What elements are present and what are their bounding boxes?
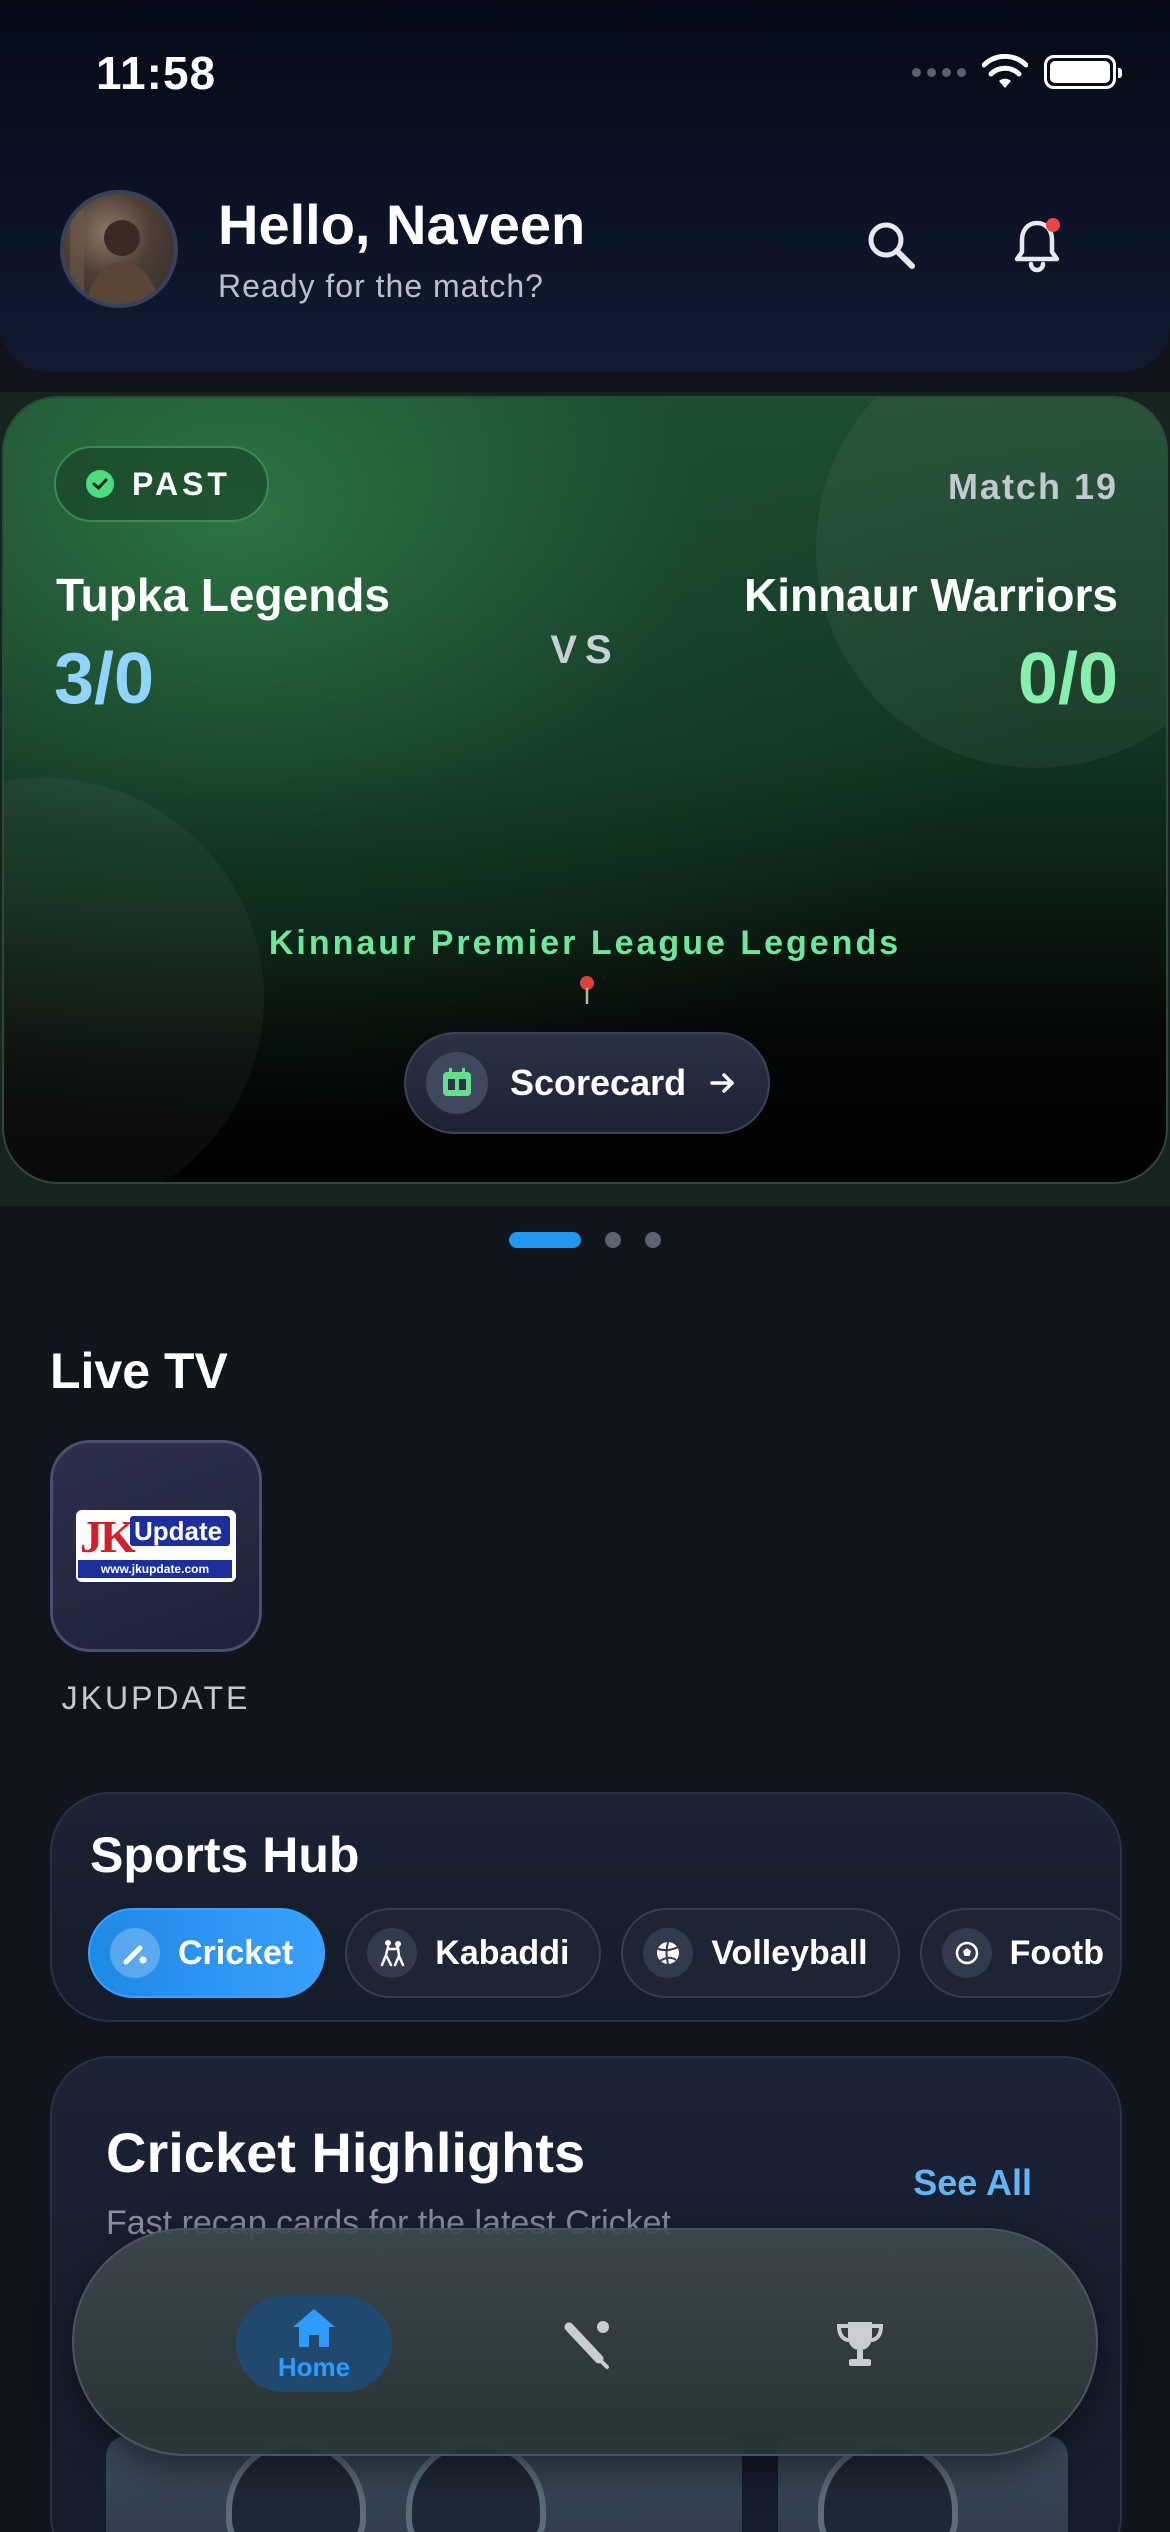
away-team-name: Kinnaur Warriors <box>743 569 1118 621</box>
cricket-icon <box>110 1928 160 1978</box>
kabaddi-icon <box>367 1928 418 1978</box>
channel-logo-text: JK <box>80 1511 136 1562</box>
channel-logo-word: Update <box>130 1516 230 1546</box>
greeting-title: Hello, Naveen <box>218 193 586 256</box>
status-badge-label: PAST <box>132 465 231 502</box>
league-name: Kinnaur Premier League Legends <box>268 924 902 962</box>
greeting-subtitle: Ready for the match? <box>218 268 544 304</box>
channel-logo-url: www.jkupdate.com <box>78 1560 232 1578</box>
location-pin-icon <box>580 976 594 1004</box>
header: 11:58 Hello, Naveen Ready for the match? <box>0 0 1170 372</box>
check-icon <box>86 470 114 498</box>
channel-logo: JK Update www.jkupdate.com <box>76 1510 236 1582</box>
nav-home-label: Home <box>277 2351 351 2382</box>
cricket-bat-icon <box>564 2321 609 2369</box>
chip-cricket[interactable]: Cricket <box>88 1908 326 1998</box>
carousel-dot[interactable] <box>645 1232 661 1248</box>
match-carousel[interactable]: PAST Match 19 Tupka Legends 3/0 VS Kinna… <box>0 392 1170 1206</box>
chip-kabaddi[interactable]: Kabaddi <box>345 1908 602 1998</box>
highlights-title: Cricket Highlights <box>106 2121 586 2184</box>
chip-label: Cricket <box>178 1933 294 1972</box>
chip-volleyball[interactable]: Volleyball <box>621 1908 900 1998</box>
carousel-indicator[interactable] <box>0 1232 1170 1248</box>
away-team-score: 0/0 <box>1017 639 1118 719</box>
chip-label: Kabaddi <box>435 1933 570 1972</box>
status-icons <box>912 54 1122 90</box>
nav-matches[interactable] <box>510 2296 666 2392</box>
scorecard-label: Scorecard <box>510 1062 687 1103</box>
status-badge: PAST <box>54 446 269 522</box>
notifications-button[interactable] <box>1002 210 1072 280</box>
bell-icon <box>1014 218 1060 273</box>
nav-home[interactable]: Home <box>236 2296 392 2392</box>
channel-name: JKUPDATE <box>61 1680 251 1716</box>
match-number: Match 19 <box>947 466 1118 507</box>
chip-label: Volleyball <box>711 1933 868 1972</box>
chip-label: Footb <box>1009 1933 1105 1972</box>
sports-hub: Sports Hub Cricket Kabaddi Volleyball Fo… <box>50 1792 1122 2022</box>
trophy-icon <box>836 2322 884 2366</box>
app-screen: 11:58 Hello, Naveen Ready for the match? <box>0 0 1170 2532</box>
live-tv-title: Live TV <box>50 1343 228 1399</box>
chip-football[interactable]: Footb <box>919 1908 1120 1998</box>
signal-icon <box>912 67 966 77</box>
sport-chips[interactable]: Cricket Kabaddi Volleyball Footb <box>88 1908 1120 1998</box>
sports-hub-title: Sports Hub <box>90 1827 360 1883</box>
decorative-circle <box>4 778 264 1182</box>
see-all-link[interactable]: See All <box>913 2162 1032 2204</box>
live-tv-channel[interactable]: JK Update www.jkupdate.com <box>50 1440 262 1652</box>
versus-label: VS <box>550 628 620 672</box>
scoreboard-icon <box>426 1052 488 1114</box>
football-icon <box>941 1928 992 1978</box>
match-card[interactable]: PAST Match 19 Tupka Legends 3/0 VS Kinna… <box>2 396 1168 1184</box>
search-button[interactable] <box>856 210 926 280</box>
bottom-navigation: Home <box>72 2228 1098 2456</box>
scorecard-button[interactable]: Scorecard <box>404 1032 770 1134</box>
wifi-icon <box>982 54 1028 88</box>
arrow-right-icon <box>710 1073 734 1093</box>
home-icon <box>293 2308 335 2347</box>
home-team-name: Tupka Legends <box>56 569 390 621</box>
status-time: 11:58 <box>96 47 217 99</box>
battery-icon <box>1044 55 1122 89</box>
carousel-dot[interactable] <box>509 1232 581 1248</box>
volleyball-icon <box>643 1928 694 1978</box>
carousel-dot[interactable] <box>605 1232 621 1248</box>
avatar[interactable] <box>60 190 178 308</box>
nav-tournaments[interactable] <box>782 2296 938 2392</box>
search-icon <box>868 222 915 269</box>
